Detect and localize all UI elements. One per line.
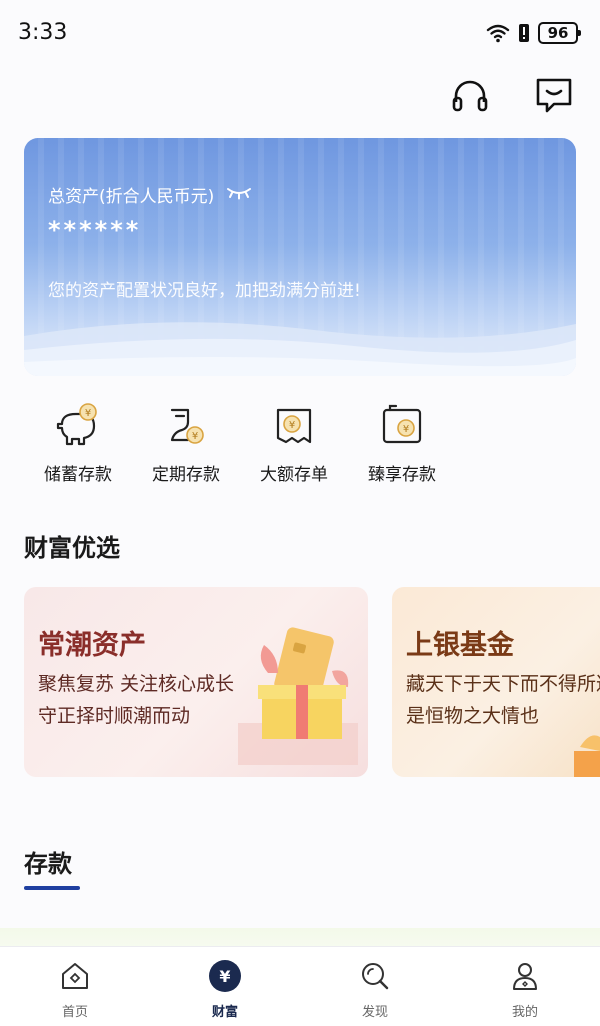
- quick-action-fixed-deposit[interactable]: ¥ 定期存款: [132, 402, 240, 485]
- status-icons: 96: [486, 22, 581, 44]
- hide-amount-toggle[interactable]: [226, 185, 252, 205]
- quick-action-label: 储蓄存款: [44, 465, 112, 485]
- headset-icon: [452, 80, 488, 112]
- nav-label: 我的: [511, 1005, 538, 1020]
- content-peek-strip: [0, 928, 600, 948]
- fixed-deposit-icon: ¥: [170, 408, 204, 444]
- promo-line: 是恒物之大情也: [406, 705, 540, 727]
- alert-icon: [519, 24, 529, 42]
- quick-action-label: 臻享存款: [368, 465, 436, 485]
- total-assets-label-row: 总资产(折合人民币元): [48, 182, 252, 207]
- yuan-icon: ¥: [209, 960, 241, 992]
- nav-home[interactable]: 首页: [0, 947, 150, 1026]
- promo-line: 藏天下于天下而不得所遁: [406, 673, 600, 695]
- profile-icon: [513, 963, 537, 990]
- message-icon: [536, 78, 572, 113]
- nav-profile[interactable]: 我的: [450, 947, 600, 1026]
- wealth-section-title: 财富优选: [24, 534, 120, 562]
- card-waves: [24, 322, 576, 376]
- svg-text:¥: ¥: [403, 424, 409, 435]
- svg-text:¥: ¥: [289, 420, 295, 431]
- quick-actions: ¥ 储蓄存款 ¥ 定期存款 ¥ 大额存单 ¥ 臻享存款: [24, 402, 464, 485]
- nav-discover[interactable]: 发现: [300, 947, 450, 1026]
- tab-deposit[interactable]: 存款: [24, 844, 72, 879]
- promo-line: 守正择时顺潮而动: [38, 705, 191, 727]
- promo-card-changchao[interactable]: 常潮资产 聚焦复苏 关注核心成长 守正择时顺潮而动: [24, 587, 368, 777]
- nav-label: 财富: [211, 1005, 238, 1020]
- asset-status-tip: 您的资产配置状况良好，加把劲满分前进!: [48, 281, 361, 301]
- total-assets-card[interactable]: 总资产(折合人民币元) ****** 您的资产配置状况良好，加把劲满分前进!: [24, 138, 576, 376]
- status-bar: 3:33 96: [0, 0, 600, 66]
- tab-active-indicator: [24, 886, 80, 890]
- home-icon: [62, 963, 88, 989]
- quick-action-savings[interactable]: ¥ 储蓄存款: [24, 402, 132, 485]
- total-assets-label: 总资产(折合人民币元): [48, 187, 215, 207]
- eye-closed-icon: [227, 187, 252, 199]
- top-actions: [450, 76, 574, 116]
- premium-deposit-icon: ¥: [382, 404, 422, 444]
- nav-wealth[interactable]: ¥ 财富: [150, 947, 300, 1026]
- customer-service-button[interactable]: [450, 76, 490, 116]
- bottom-navigation: 首页 ¥ 财富 发现 我的: [0, 946, 600, 1026]
- wifi-icon: [486, 24, 510, 43]
- svg-text:¥: ¥: [85, 408, 91, 419]
- quick-action-large-cd[interactable]: ¥ 大额存单: [240, 402, 348, 485]
- total-assets-value: ******: [48, 216, 142, 244]
- discover-icon: [362, 963, 389, 990]
- battery-indicator: 96: [538, 22, 581, 44]
- quick-action-label: 定期存款: [152, 465, 220, 485]
- piggy-bank-icon: ¥: [56, 403, 97, 446]
- promo-title: 常潮资产: [38, 630, 146, 661]
- promo-card-shangyin[interactable]: 上银基金 藏天下于天下而不得所遁 是恒物之大情也: [392, 587, 600, 777]
- messages-button[interactable]: [534, 76, 574, 116]
- nav-label: 发现: [361, 1005, 388, 1020]
- nav-label: 首页: [61, 1005, 88, 1020]
- gift-card-illustration: [238, 627, 358, 765]
- status-time: 3:33: [18, 20, 68, 45]
- promo-decoration: [574, 735, 600, 777]
- svg-text:¥: ¥: [192, 431, 198, 442]
- promo-title: 上银基金: [406, 630, 514, 661]
- quick-action-premium-deposit[interactable]: ¥ 臻享存款: [348, 402, 456, 485]
- promo-line: 聚焦复苏 关注核心成长: [38, 673, 235, 695]
- quick-action-label: 大额存单: [260, 465, 328, 485]
- certificate-icon: ¥: [276, 408, 312, 444]
